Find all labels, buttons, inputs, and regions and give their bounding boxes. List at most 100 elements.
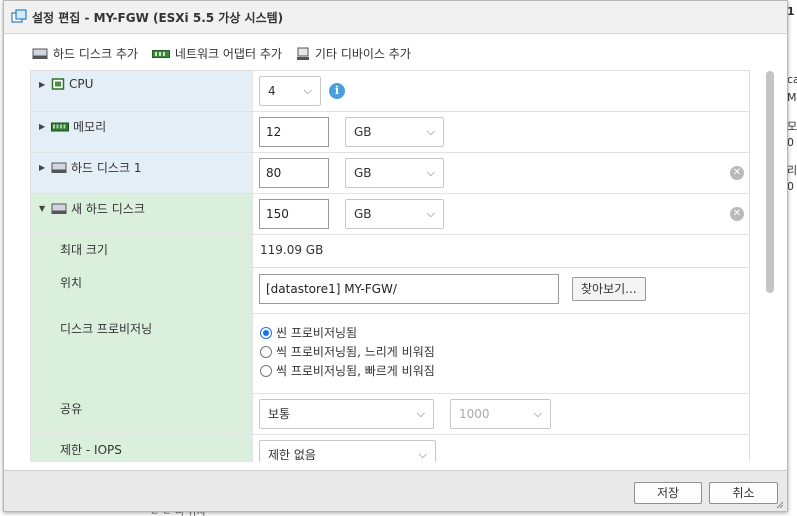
location-label: 위치 [60,276,83,290]
cpu-count-value: 4 [268,84,276,98]
hard-disk-1-unit-value: GB [354,166,372,180]
memory-value-cell: 12 GB ⌵ [253,112,749,152]
bg-fragment: 0 [787,136,794,149]
bg-fragment: 1 [787,5,795,18]
chevron-down-icon: ⌵ [416,407,425,420]
chevron-down-icon: ⌵ [533,407,542,420]
hard-disk-1-unit-select[interactable]: GB ⌵ [345,158,444,188]
cpu-label: CPU [69,77,94,91]
memory-size-input[interactable]: 12 [259,117,329,147]
limit-iops-value-cell: 제한 없음 ⌵ [253,435,749,462]
limit-iops-label-cell: 제한 - IOPS [31,435,253,462]
cpu-count-select[interactable]: 4 ⌵ [259,76,321,106]
browse-button[interactable]: 찾아보기... [572,277,646,301]
limit-iops-value: 제한 없음 [268,448,316,462]
max-size-value-cell: 119.09 GB [253,235,749,267]
provisioning-label-cell: 디스크 프로비저닝 [31,314,253,393]
hard-disk-1-value-cell: 80 GB ⌵ ✕ [253,153,749,193]
provisioning-option-thin[interactable]: 씬 프로비저닝됨 [260,324,357,341]
row-new-hard-disk: ▼ 새 하드 디스크 150 GB ⌵ ✕ [31,194,749,235]
radio-button[interactable] [260,364,272,377]
bg-fragment: 0 [787,180,794,193]
edit-settings-dialog: 설정 편집 - MY-FGW (ESXi 5.5 가상 시스템) 하드 디스크 … [3,0,788,512]
shares-value: 보통 [268,407,291,421]
bg-fragment: ca [787,73,797,86]
shares-select[interactable]: 보통 ⌵ [259,399,434,429]
max-size-label: 최대 크기 [60,243,108,257]
limit-iops-select[interactable]: 제한 없음 ⌵ [259,440,436,462]
row-limit-iops: 제한 - IOPS 제한 없음 ⌵ [31,435,749,462]
row-max-size: 최대 크기 119.09 GB [31,235,749,268]
provisioning-option-thick-lazy[interactable]: 씩 프로비저닝됨, 느리게 비워짐 [260,343,435,360]
chevron-down-icon: ⌵ [303,84,312,97]
memory-unit-value: GB [354,125,372,139]
add-network-adapter-button[interactable]: 네트워크 어댑터 추가 [151,45,282,62]
remove-device-icon[interactable]: ✕ [730,166,744,180]
memory-unit-select[interactable]: GB ⌵ [345,117,444,147]
shares-label-cell: 공유 [31,394,253,434]
radio-button[interactable] [260,345,272,358]
location-value-cell: [datastore1] MY-FGW/ 찾아보기... [253,268,749,313]
chevron-down-icon: ⌵ [426,166,435,179]
cancel-button[interactable]: 취소 [709,482,778,504]
provisioning-option-label: 씩 프로비저닝됨, 빠르게 비워짐 [276,364,435,378]
expand-triangle-icon[interactable]: ▶ [39,122,51,131]
new-hard-disk-size-input[interactable]: 150 [259,199,329,229]
chevron-down-icon: ⌵ [426,207,435,220]
dialog-title: 설정 편집 - MY-FGW (ESXi 5.5 가상 시스템) [32,10,284,25]
new-hard-disk-value-cell: 150 GB ⌵ ✕ [253,194,749,234]
chevron-down-icon: ⌵ [426,125,435,138]
vertical-scrollbar[interactable] [766,71,774,293]
new-hard-disk-label-cell: ▼ 새 하드 디스크 [31,194,253,234]
new-hard-disk-unit-value: GB [354,207,372,221]
row-memory: ▶ 메모리 12 GB ⌵ [31,112,749,153]
memory-label-cell: ▶ 메모리 [31,112,253,152]
memory-label: 메모리 [73,120,107,134]
settings-table: ▶ CPU 4 ⌵ i ▶ 메모리 12 GB ⌵ ▶ 하드 디스크 1 80 … [30,70,750,462]
device-toolbar: 하드 디스크 추가 네트워크 어댑터 추가 기타 디바이스 추가 [32,45,425,62]
max-size-value: 119.09 GB [260,243,324,257]
hard-disk-1-label-cell: ▶ 하드 디스크 1 [31,153,253,193]
row-disk-provisioning: 디스크 프로비저닝 씬 프로비저닝됨 씩 프로비저닝됨, 느리게 비워짐 씩 프… [31,314,749,394]
hard-disk-icon [51,162,67,173]
memory-icon [51,122,69,131]
shares-amount-select: 1000 ⌵ [450,399,551,429]
new-hard-disk-label: 새 하드 디스크 [71,202,145,216]
add-hard-disk-button[interactable]: 하드 디스크 추가 [32,45,138,62]
dialog-titlebar: 설정 편집 - MY-FGW (ESXi 5.5 가상 시스템) [4,1,787,34]
add-other-device-label: 기타 디바이스 추가 [314,47,411,61]
collapse-triangle-icon[interactable]: ▼ [39,204,51,213]
chevron-down-icon: ⌵ [418,448,427,461]
add-hard-disk-label: 하드 디스크 추가 [53,47,138,61]
row-shares: 공유 보통 ⌵ 1000 ⌵ [31,394,749,435]
shares-value-cell: 보통 ⌵ 1000 ⌵ [253,394,749,434]
provisioning-option-label: 씬 프로비저닝됨 [276,326,358,340]
shares-label: 공유 [60,402,83,416]
remove-device-icon[interactable]: ✕ [730,207,744,221]
new-hard-disk-unit-select[interactable]: GB ⌵ [345,199,444,229]
provisioning-value-cell: 씬 프로비저닝됨 씩 프로비저닝됨, 느리게 비워짐 씩 프로비저닝됨, 빠르게… [253,314,749,393]
bg-fragment: MH [787,91,797,104]
location-input[interactable]: [datastore1] MY-FGW/ [259,274,559,304]
provisioning-option-thick-eager[interactable]: 씩 프로비저닝됨, 빠르게 비워짐 [260,362,435,379]
provisioning-label: 디스크 프로비저닝 [60,322,153,336]
cpu-value-cell: 4 ⌵ i [253,71,749,111]
expand-triangle-icon[interactable]: ▶ [39,163,51,172]
dialog-footer: 저장 취소 [4,470,787,511]
row-location: 위치 [datastore1] MY-FGW/ 찾아보기... [31,268,749,314]
hard-disk-1-size-input[interactable]: 80 [259,158,329,188]
cpu-label-cell: ▶ CPU [31,71,253,111]
hard-disk-icon [51,203,67,214]
save-button[interactable]: 저장 [634,482,702,504]
row-cpu: ▶ CPU 4 ⌵ i [31,71,749,112]
vm-icon [11,9,27,23]
info-icon[interactable]: i [329,83,345,99]
bg-fragment: 리 [787,164,797,177]
hard-disk-icon [32,48,48,59]
expand-triangle-icon[interactable]: ▶ [39,80,51,89]
cpu-icon [51,78,65,90]
radio-button[interactable] [260,326,272,339]
resize-grip-icon[interactable] [776,501,784,509]
limit-iops-label: 제한 - IOPS [60,443,122,457]
add-other-device-button[interactable]: 기타 디바이스 추가 [296,45,411,62]
